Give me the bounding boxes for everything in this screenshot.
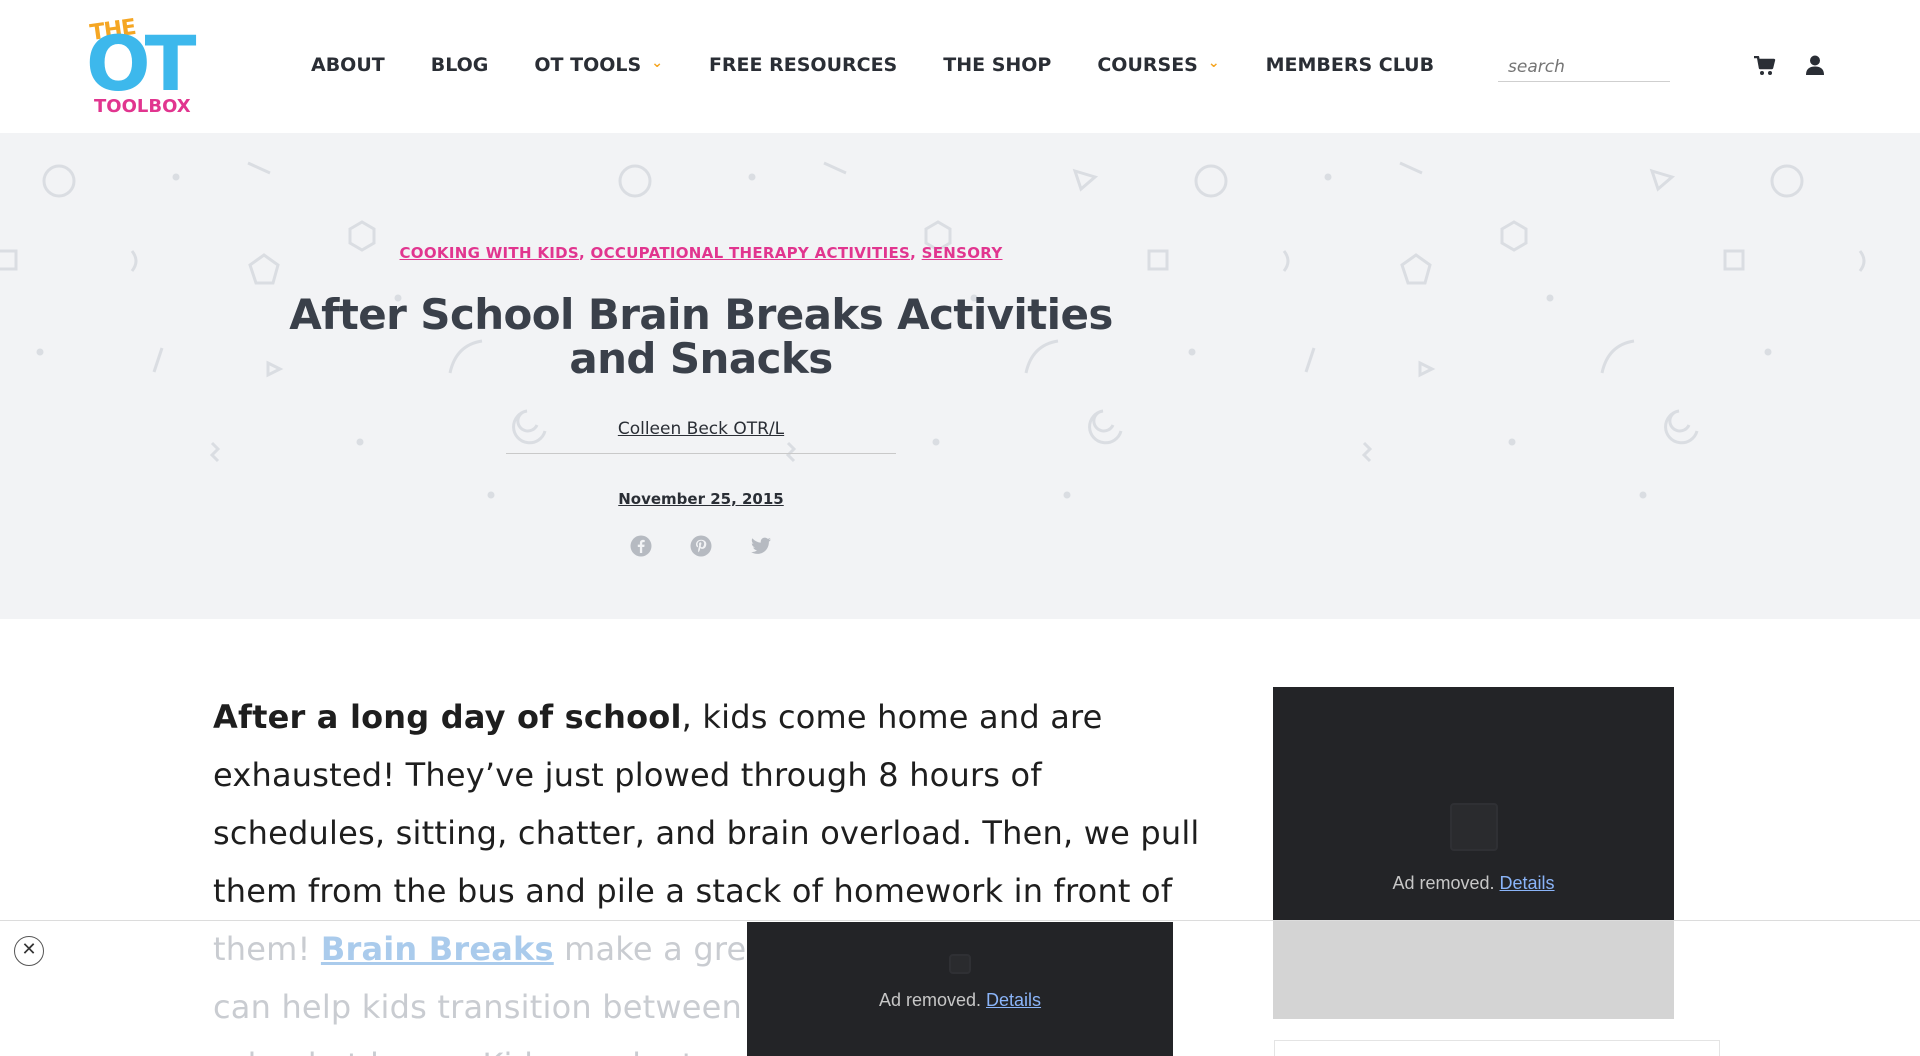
logo-ot-text: OT: [86, 19, 196, 108]
search-input[interactable]: [1498, 52, 1670, 82]
facebook-icon[interactable]: [630, 535, 652, 557]
ad-placeholder-icon: [949, 954, 971, 974]
ad-removed-text: Ad removed.: [1392, 873, 1495, 893]
shopping-cart-icon[interactable]: [1754, 56, 1776, 76]
ad-details-link[interactable]: Details: [1500, 873, 1555, 893]
nav-item-courses[interactable]: COURSES ⌄: [1097, 54, 1219, 76]
hero-divider: [506, 453, 896, 454]
nav-item-ot-tools[interactable]: OT TOOLS ⌄: [534, 54, 663, 76]
date-link[interactable]: November 25, 2015: [618, 490, 784, 508]
site-header: THE OT TOOLBOX ABOUT BLOG OT TOOLS ⌄ FREE…: [0, 0, 1920, 133]
close-icon[interactable]: ✕: [14, 936, 44, 966]
post-date: November 25, 2015: [0, 490, 1402, 508]
nav-item-members-club[interactable]: MEMBERS CLUB: [1266, 54, 1434, 76]
ad-removed-notice: Ad removed. Details: [1273, 873, 1674, 894]
ad-removed-notice: Ad removed. Details: [747, 990, 1173, 1011]
nav-item-free-resources[interactable]: FREE RESOURCES: [709, 54, 897, 76]
sidebar-ad: Ad removed. Details: [1273, 687, 1674, 920]
nav-label: THE SHOP: [943, 54, 1052, 76]
nav-label: COURSES: [1097, 54, 1198, 76]
nav-item-about[interactable]: ABOUT: [311, 54, 385, 76]
share-buttons: [630, 535, 810, 557]
ad-details-link[interactable]: Details: [986, 990, 1041, 1010]
nav-label: ABOUT: [311, 54, 385, 76]
logo-toolbox-text: TOOLBOX: [94, 96, 191, 117]
pinterest-icon[interactable]: [690, 535, 712, 557]
category-link[interactable]: OCCUPATIONAL THERAPY ACTIVITIES: [591, 244, 911, 262]
nav-label: FREE RESOURCES: [708, 54, 898, 76]
lead-bold-text: After a long day of school: [213, 698, 682, 736]
main-nav: ABOUT BLOG OT TOOLS ⌄ FREE RESOURCES THE …: [311, 54, 1480, 76]
nav-item-blog[interactable]: BLOG: [431, 54, 489, 76]
nav-label: MEMBERS CLUB: [1265, 54, 1435, 76]
post-categories: COOKING WITH KIDS, OCCUPATIONAL THERAPY …: [399, 244, 1003, 262]
site-logo[interactable]: THE OT TOOLBOX: [86, 15, 202, 118]
nav-label: OT TOOLS: [534, 54, 642, 76]
category-link[interactable]: COOKING WITH KIDS: [400, 244, 580, 262]
article-body: After a long day of school, kids come ho…: [213, 688, 1205, 920]
nav-label: BLOG: [430, 54, 489, 76]
category-link[interactable]: SENSORY: [922, 244, 1003, 262]
chevron-down-icon: ⌄: [1207, 55, 1220, 71]
bottom-ad: Ad removed. Details: [747, 922, 1173, 1056]
user-icon[interactable]: [1806, 55, 1824, 75]
ad-placeholder-icon: [1449, 803, 1498, 851]
post-hero: COOKING WITH KIDS, OCCUPATIONAL THERAPY …: [0, 133, 1920, 619]
post-title: After School Brain Breaks Activities and…: [289, 290, 1113, 383]
post-author: Colleen Beck OTR/L: [0, 419, 1402, 439]
ad-removed-text: Ad removed.: [878, 990, 981, 1010]
twitter-icon[interactable]: [750, 535, 772, 557]
chevron-down-icon: ⌄: [651, 55, 663, 71]
author-link[interactable]: Colleen Beck OTR/L: [618, 419, 784, 439]
nav-item-the-shop[interactable]: THE SHOP: [943, 54, 1051, 76]
